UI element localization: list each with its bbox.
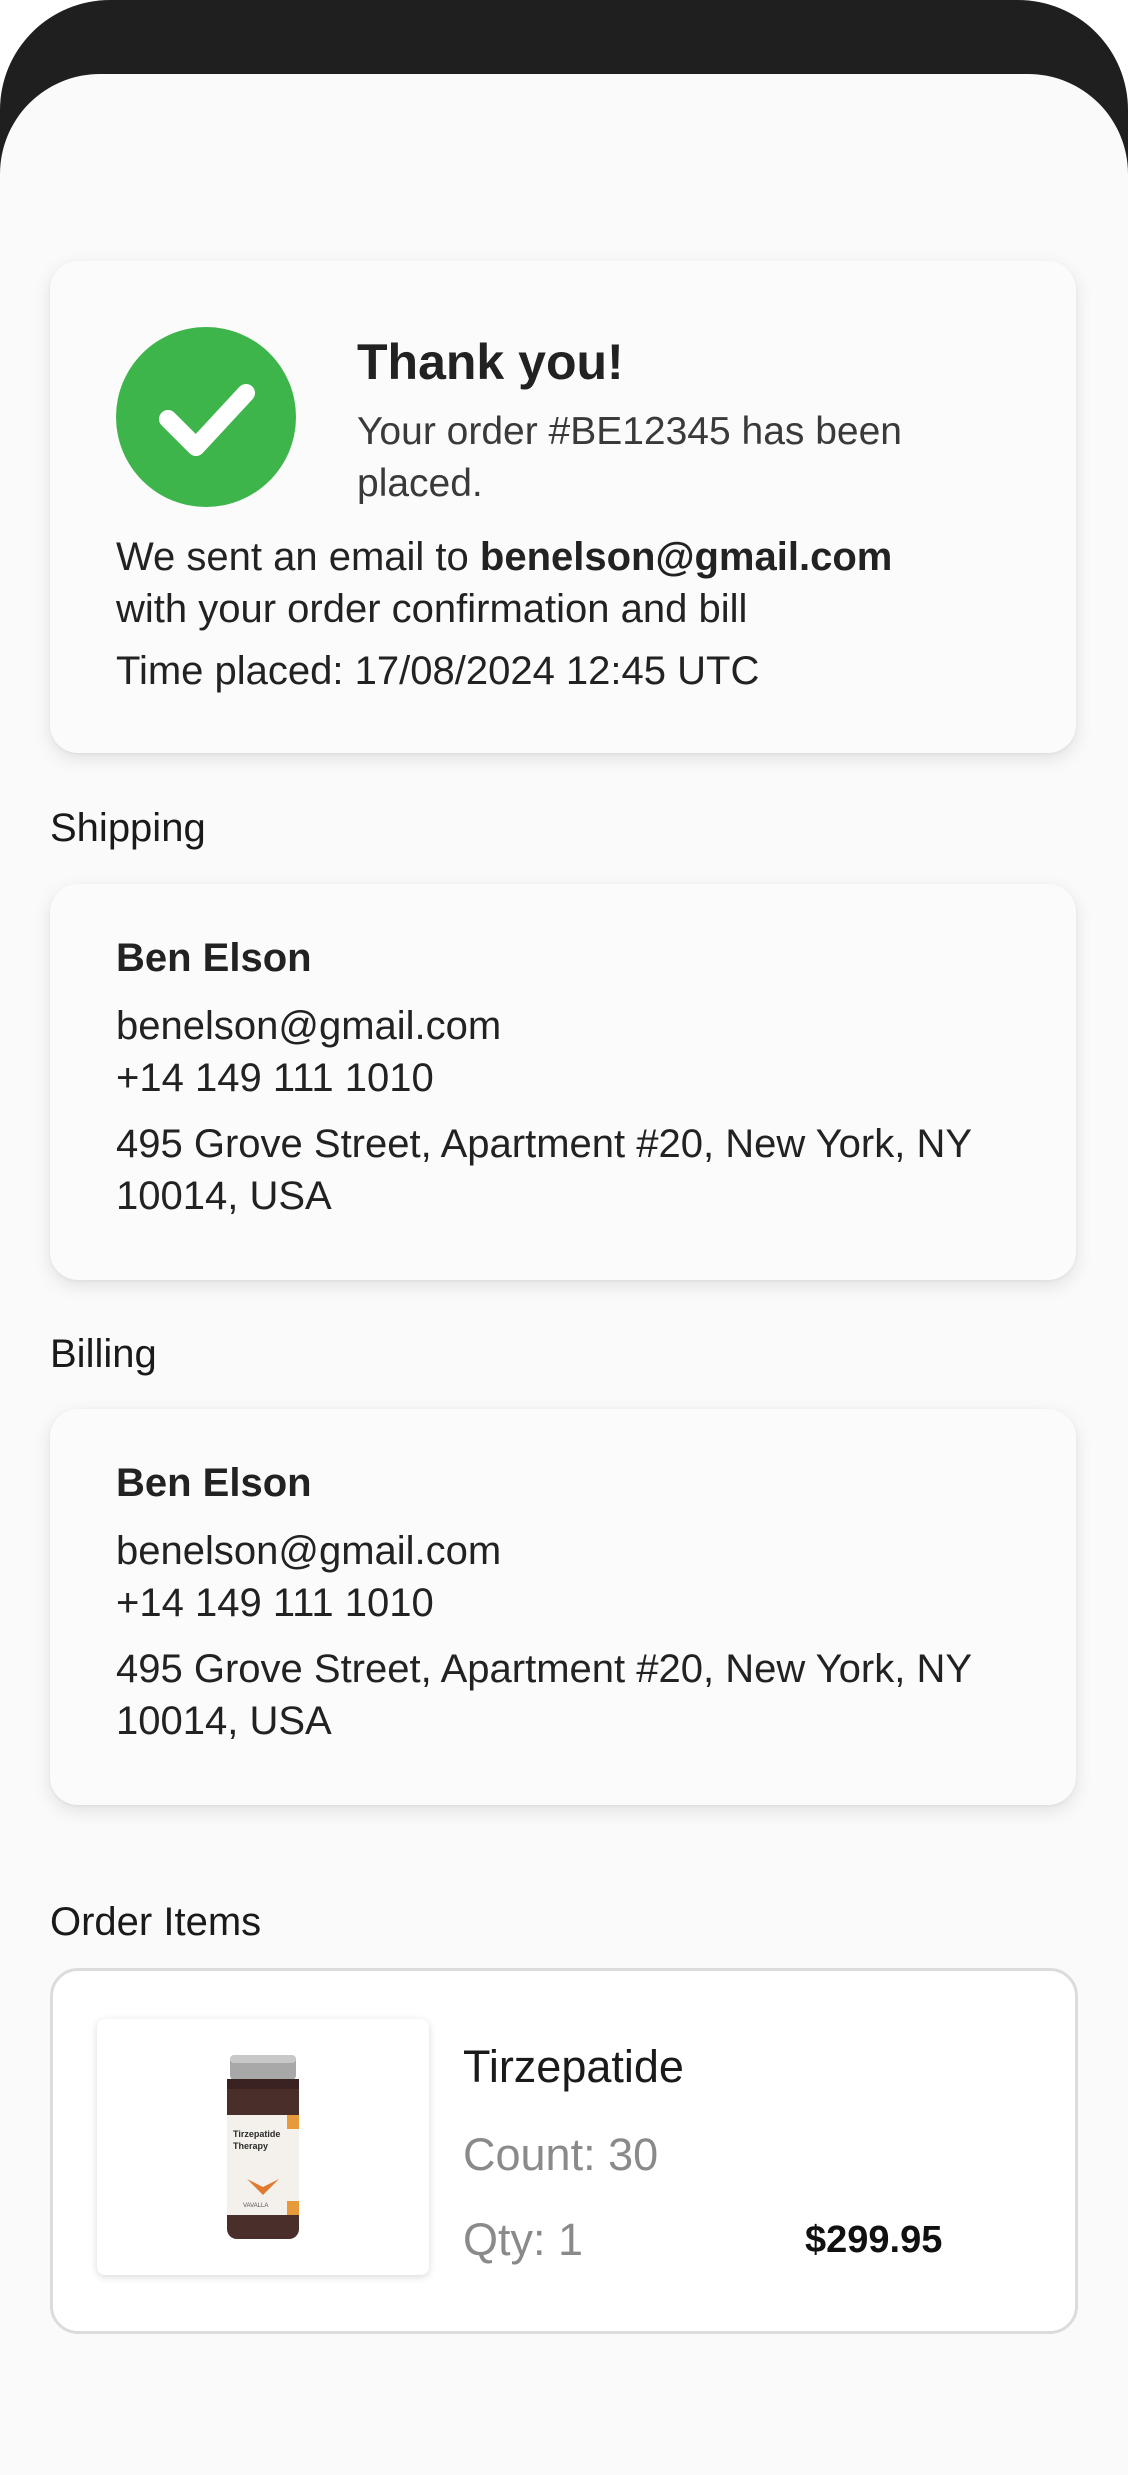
order-items-heading: Order Items [50,1900,262,1944]
shipping-name: Ben Elson [116,936,312,980]
billing-email: benelson@gmail.com [116,1529,502,1573]
shipping-address: 495 Grove Street, Apartment #20, New Yor… [116,1122,972,1218]
vial-label-line1: Tirzepatide [233,2129,280,2139]
billing-name: Ben Elson [116,1461,312,1505]
shipping-email: benelson@gmail.com [116,1004,502,1048]
billing-heading: Billing [50,1332,157,1376]
confirmation-title: Thank you! [357,334,624,390]
order-item-card[interactable]: Tirzepatide Therapy VAVALLA Tirzepatide … [50,1968,1078,2334]
vial-brand: VAVALLA [243,2203,268,2209]
email-notice-suffix: with your order confirmation and bill [116,587,748,631]
product-image: Tirzepatide Therapy VAVALLA [97,2019,429,2275]
billing-address: 495 Grove Street, Apartment #20, New Yor… [116,1647,972,1743]
confirmation-email: benelson@gmail.com [479,535,893,579]
shipping-phone: +14 149 111 1010 [116,1056,434,1100]
email-notice: We sent an email to benelson@gmail.com w… [116,531,1036,635]
time-placed: Time placed: 17/08/2024 12:45 UTC [116,649,760,693]
item-qty: Qty: 1 [463,2214,584,2265]
item-price: $299.95 [805,2219,943,2261]
vial-label-line2: Therapy [233,2141,268,2151]
billing-phone: +14 149 111 1010 [116,1581,434,1625]
confirmation-subtitle: Your order #BE12345 has been placed. [357,410,902,505]
shipping-card: Ben Elson benelson@gmail.com +14 149 111… [50,884,1076,1280]
billing-card: Ben Elson benelson@gmail.com +14 149 111… [50,1409,1076,1805]
item-name: Tirzepatide [463,2041,684,2092]
device-frame: Thank you! Your order #BE12345 has been … [0,0,1128,2475]
item-count: Count: 30 [463,2129,659,2180]
check-circle-icon [116,327,296,507]
shipping-heading: Shipping [50,806,206,850]
order-confirmation-card: Thank you! Your order #BE12345 has been … [50,261,1076,753]
email-notice-prefix: We sent an email to [116,535,480,579]
screen: Thank you! Your order #BE12345 has been … [0,74,1128,2475]
